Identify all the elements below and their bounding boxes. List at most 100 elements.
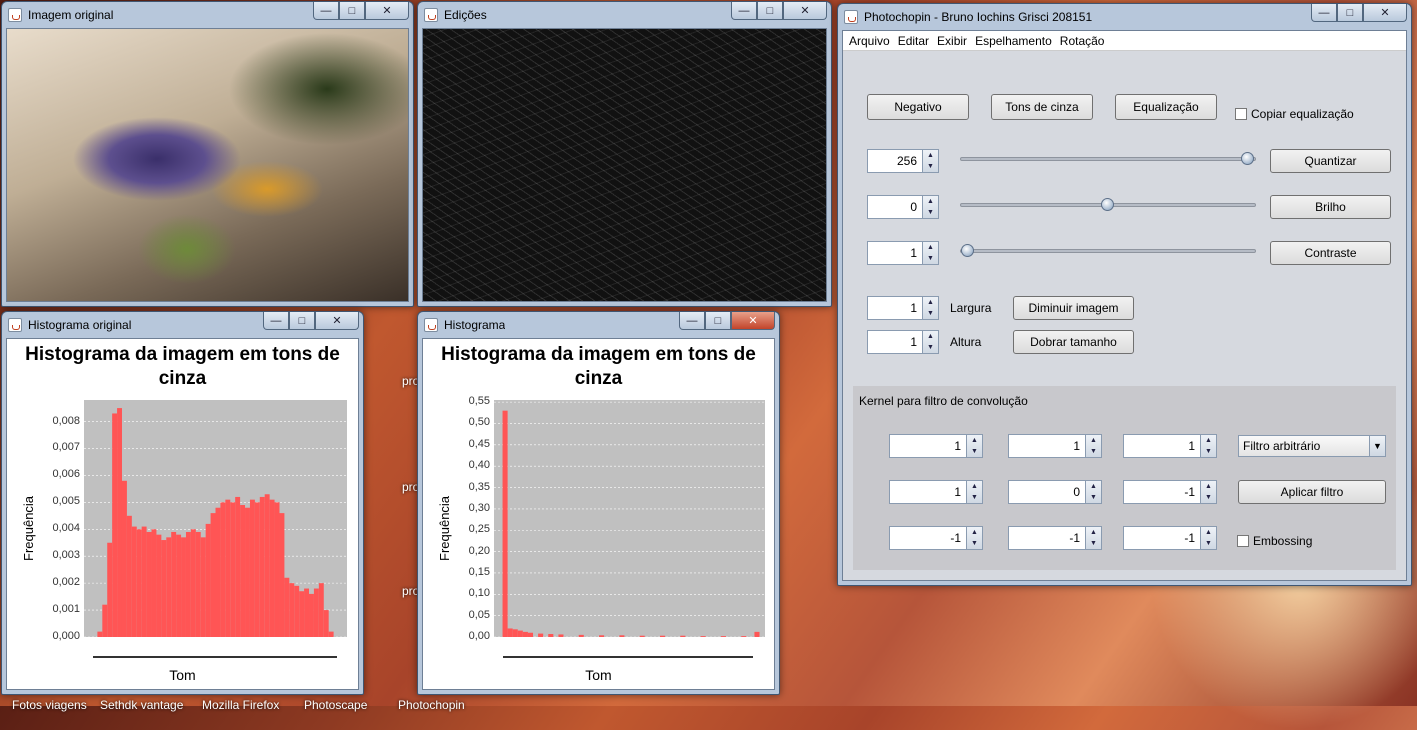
kernel-cell[interactable]: -1 ▲ ▼ [1123, 526, 1217, 550]
menu-editar[interactable]: Editar [898, 34, 929, 48]
spinner-arrows-icon[interactable]: ▲ ▼ [922, 196, 938, 218]
edits-window[interactable]: Edições — □ ✕ [417, 1, 832, 307]
contrast-button[interactable]: Contraste [1270, 241, 1391, 265]
titlebar[interactable]: Photochopin - Bruno Iochins Grisci 20815… [842, 4, 1407, 30]
kernel-value[interactable]: 1 [890, 435, 966, 457]
taskbar-item[interactable]: Sethdk vantage [100, 698, 183, 712]
spinner-arrows-icon[interactable]: ▲ ▼ [966, 435, 982, 457]
histogram-bar [294, 585, 300, 637]
kernel-value[interactable]: 1 [1124, 435, 1200, 457]
apply-filter-button[interactable]: Aplicar filtro [1238, 480, 1386, 504]
negative-button[interactable]: Negativo [867, 94, 969, 120]
maximize-button[interactable]: □ [705, 312, 731, 330]
original-image-window[interactable]: Imagem original — □ ✕ [1, 1, 414, 307]
minimize-button[interactable]: — [731, 2, 757, 20]
menu-exibir[interactable]: Exibir [937, 34, 967, 48]
spinner-arrows-icon[interactable]: ▲ ▼ [1085, 527, 1101, 549]
y-tick-label: 0,45 [468, 437, 490, 450]
y-tick-label: 0,25 [468, 523, 490, 536]
close-button[interactable]: ✕ [731, 312, 775, 330]
kernel-value[interactable]: 1 [1009, 435, 1085, 457]
histogram-window[interactable]: Histograma — □ ✕ Histograma da imagem em… [417, 311, 780, 695]
spinner-arrows-icon[interactable]: ▲ ▼ [1200, 435, 1216, 457]
kernel-cell[interactable]: 1 ▲ ▼ [889, 480, 983, 504]
titlebar[interactable]: Histograma original — □ ✕ [6, 312, 359, 338]
quantize-slider[interactable] [960, 152, 1256, 165]
spinner-value[interactable]: 0 [868, 196, 922, 218]
maximize-button[interactable]: □ [1337, 4, 1363, 22]
spinner-arrows-icon[interactable]: ▲ ▼ [922, 150, 938, 172]
spinner-arrows-icon[interactable]: ▲ ▼ [922, 297, 938, 319]
shrink-button[interactable]: Diminuir imagem [1013, 296, 1134, 320]
taskbar-item[interactable]: Photoscape [304, 698, 367, 712]
kernel-cell[interactable]: 0 ▲ ▼ [1008, 480, 1102, 504]
titlebar[interactable]: Imagem original — □ ✕ [6, 2, 409, 28]
brightness-spinner[interactable]: 0 ▲ ▼ [867, 195, 939, 219]
minimize-button[interactable]: — [679, 312, 705, 330]
kernel-cell[interactable]: -1 ▲ ▼ [1123, 480, 1217, 504]
maximize-button[interactable]: □ [339, 2, 365, 20]
kernel-cell[interactable]: -1 ▲ ▼ [889, 526, 983, 550]
quantize-spinner[interactable]: 256 ▲ ▼ [867, 149, 939, 173]
minimize-button[interactable]: — [1311, 4, 1337, 22]
spinner-arrows-icon[interactable]: ▲ ▼ [922, 242, 938, 264]
spinner-value[interactable]: 256 [868, 150, 922, 172]
menu-espelhamento[interactable]: Espelhamento [975, 34, 1052, 48]
close-button[interactable]: ✕ [365, 2, 409, 20]
spinner-arrows-icon[interactable]: ▲ ▼ [1200, 481, 1216, 503]
titlebar[interactable]: Histograma — □ ✕ [422, 312, 775, 338]
titlebar[interactable]: Edições — □ ✕ [422, 2, 827, 28]
double-size-button[interactable]: Dobrar tamanho [1013, 330, 1134, 354]
quantize-button[interactable]: Quantizar [1270, 149, 1391, 173]
minimize-button[interactable]: — [313, 2, 339, 20]
spinner-arrows-icon[interactable]: ▲ ▼ [1200, 527, 1216, 549]
width-spinner[interactable]: 1 ▲ ▼ [867, 296, 939, 320]
copy-equalization-checkbox[interactable] [1235, 108, 1247, 120]
spinner-arrows-icon[interactable]: ▲ ▼ [966, 481, 982, 503]
close-button[interactable]: ✕ [783, 2, 827, 20]
maximize-button[interactable]: □ [757, 2, 783, 20]
filter-select[interactable]: Filtro arbitrário ▼ [1238, 435, 1386, 457]
kernel-cell[interactable]: 1 ▲ ▼ [1123, 434, 1217, 458]
spinner-arrows-icon[interactable]: ▲ ▼ [1085, 435, 1101, 457]
chevron-down-icon[interactable]: ▼ [1369, 436, 1385, 456]
taskbar-item[interactable]: Photochopin [398, 698, 465, 712]
contrast-slider[interactable] [960, 244, 1256, 257]
equalize-button[interactable]: Equalização [1115, 94, 1217, 120]
kernel-value[interactable]: -1 [890, 527, 966, 549]
kernel-value[interactable]: -1 [1124, 527, 1200, 549]
brightness-button[interactable]: Brilho [1270, 195, 1391, 219]
kernel-cell[interactable]: 1 ▲ ▼ [889, 434, 983, 458]
kernel-value[interactable]: -1 [1124, 481, 1200, 503]
kernel-value[interactable]: 1 [890, 481, 966, 503]
slider-thumb[interactable] [961, 244, 974, 257]
slider-thumb[interactable] [1101, 198, 1114, 211]
spinner-value[interactable]: 1 [868, 242, 922, 264]
kernel-cell[interactable]: 1 ▲ ▼ [1008, 434, 1102, 458]
histogram-bar [235, 496, 241, 637]
maximize-button[interactable]: □ [289, 312, 315, 330]
spinner-value[interactable]: 1 [868, 331, 922, 353]
spinner-arrows-icon[interactable]: ▲ ▼ [1085, 481, 1101, 503]
menu-arquivo[interactable]: Arquivo [849, 34, 890, 48]
grayscale-button[interactable]: Tons de cinza [991, 94, 1093, 120]
close-button[interactable]: ✕ [315, 312, 359, 330]
embossing-checkbox[interactable] [1237, 535, 1249, 547]
contrast-spinner[interactable]: 1 ▲ ▼ [867, 241, 939, 265]
taskbar-item[interactable]: Mozilla Firefox [202, 698, 279, 712]
close-button[interactable]: ✕ [1363, 4, 1407, 22]
minimize-button[interactable]: — [263, 312, 289, 330]
kernel-value[interactable]: -1 [1009, 527, 1085, 549]
spinner-value[interactable]: 1 [868, 297, 922, 319]
taskbar-item[interactable]: Fotos viagens [12, 698, 87, 712]
height-spinner[interactable]: 1 ▲ ▼ [867, 330, 939, 354]
photochopin-window[interactable]: Photochopin - Bruno Iochins Grisci 20815… [837, 3, 1412, 586]
brightness-slider[interactable] [960, 198, 1256, 211]
kernel-cell[interactable]: -1 ▲ ▼ [1008, 526, 1102, 550]
menu-rotacao[interactable]: Rotação [1060, 34, 1105, 48]
slider-thumb[interactable] [1241, 152, 1254, 165]
spinner-arrows-icon[interactable]: ▲ ▼ [966, 527, 982, 549]
kernel-value[interactable]: 0 [1009, 481, 1085, 503]
spinner-arrows-icon[interactable]: ▲ ▼ [922, 331, 938, 353]
original-histogram-window[interactable]: Histograma original — □ ✕ Histograma da … [1, 311, 364, 695]
